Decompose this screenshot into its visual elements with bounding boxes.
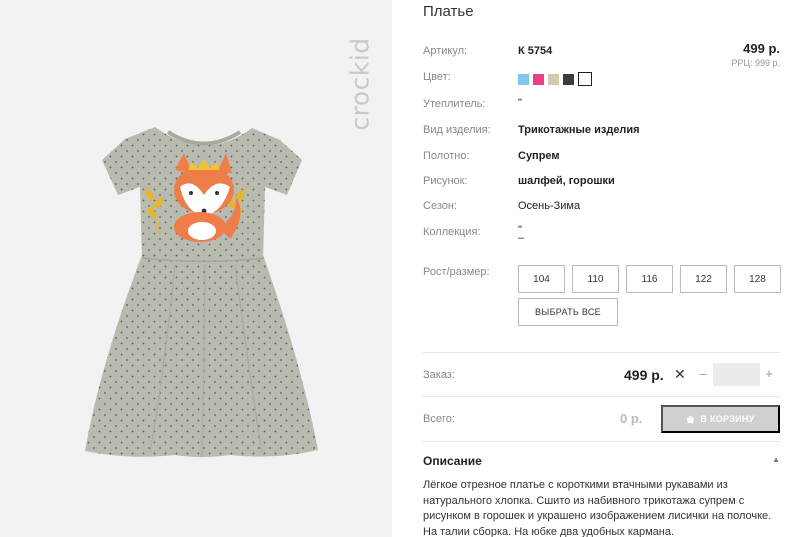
print-label: Рисунок: [423, 175, 468, 187]
size-options: 104 110 116 122 128 [518, 265, 781, 293]
order-price: 499 р. [624, 367, 664, 383]
season-value: Осень-Зима [518, 200, 581, 212]
description-text: Лёгкое отрезное платье с короткими втачн… [423, 479, 772, 537]
insulation-value: " [518, 97, 522, 109]
collection-value-2: – [518, 232, 525, 244]
article-value: К 5754 [518, 45, 553, 57]
product-photo [85, 127, 318, 458]
fabric-label: Полотно: [423, 150, 470, 162]
brand-logo-text: crockid [345, 37, 375, 131]
add-to-cart-button[interactable]: В КОРЗИНУ [661, 405, 780, 433]
divider [423, 396, 780, 397]
print-value: шалфей, горошки [518, 175, 615, 187]
total-value: 0 р. [620, 411, 643, 426]
collection-label: Коллекция: [423, 226, 481, 238]
size-option-110[interactable]: 110 [572, 265, 619, 293]
color-swatch-blue[interactable] [518, 73, 529, 85]
size-option-116[interactable]: 116 [626, 265, 673, 293]
brand-logo: crockid [343, 14, 377, 154]
select-all-button[interactable]: ВЫБРАТЬ ВСЕ [518, 298, 618, 326]
remove-order-icon[interactable]: ✕ [674, 366, 686, 383]
color-swatch-dark[interactable] [563, 73, 574, 85]
size-option-104[interactable]: 104 [518, 265, 565, 293]
quantity-minus-button[interactable]: – [697, 366, 709, 381]
description-title[interactable]: Описание [423, 454, 482, 468]
product-rrp: РРЦ: 999 р. [731, 58, 780, 68]
size-option-128[interactable]: 128 [734, 265, 781, 293]
total-label: Всего: [423, 413, 455, 425]
divider [423, 441, 780, 442]
fabric-value: Супрем [518, 150, 560, 162]
color-swatch-beige[interactable] [548, 73, 559, 85]
divider [423, 352, 780, 353]
color-swatch-white-selected[interactable] [578, 72, 592, 86]
product-price: 499 р. [743, 41, 780, 56]
color-label: Цвет: [423, 71, 451, 83]
product-image-panel[interactable]: crockid [0, 0, 392, 537]
order-label: Заказ: [423, 369, 455, 381]
insulation-label: Утеплитель: [423, 98, 486, 110]
product-title: Платье [423, 3, 474, 20]
quantity-input[interactable] [713, 363, 760, 386]
size-option-122[interactable]: 122 [680, 265, 727, 293]
add-to-cart-label: В КОРЗИНУ [700, 414, 755, 424]
product-details: Платье Артикул: К 5754 499 р. РРЦ: 999 р… [423, 0, 781, 537]
color-swatch-pink[interactable] [533, 73, 544, 85]
season-label: Сезон: [423, 200, 457, 212]
size-label: Рост/размер: [423, 266, 490, 278]
item-type-value: Трикотажные изделия [518, 124, 640, 136]
article-label: Артикул: [423, 45, 468, 57]
item-type-label: Вид изделия: [423, 124, 491, 136]
color-swatches [518, 72, 592, 86]
collapse-arrow-icon[interactable]: ▲ [772, 455, 780, 464]
quantity-plus-button[interactable]: + [763, 366, 775, 381]
cart-icon [687, 415, 695, 423]
